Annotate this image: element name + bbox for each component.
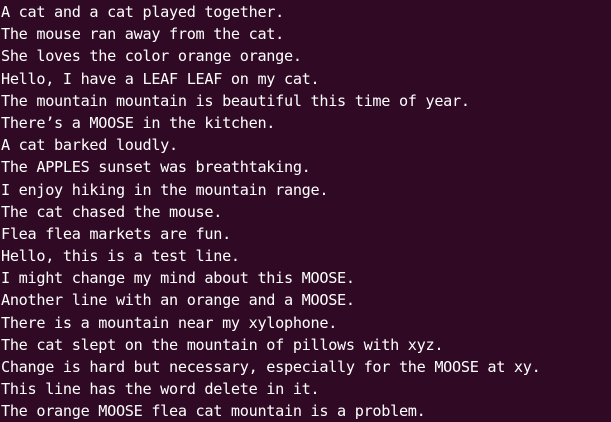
terminal-line: The orange MOOSE flea cat mountain is a … <box>1 402 426 421</box>
terminal-line: The mouse ran away from the cat. <box>1 25 284 44</box>
terminal-line: She loves the color orange orange. <box>1 47 302 66</box>
terminal-line: There’s a MOOSE in the kitchen. <box>1 113 276 132</box>
terminal-line: This line has the word delete in it. <box>1 380 320 399</box>
terminal-line: The APPLES sunset was breathtaking. <box>1 158 311 177</box>
terminal-line: Another line with an orange and a MOOSE. <box>1 291 355 310</box>
terminal-line: The cat chased the mouse. <box>1 202 223 221</box>
terminal-line: Hello, I have a LEAF LEAF on my cat. <box>1 69 320 88</box>
terminal-line: Change is hard but necessary, especially… <box>1 358 541 376</box>
terminal-line: I might change my mind about this MOOSE. <box>1 269 355 288</box>
terminal-line: There is a mountain near my xylophone. <box>1 313 338 332</box>
terminal-line: A cat and a cat played together. <box>1 3 284 21</box>
terminal-line: The mountain mountain is beautiful this … <box>1 91 470 110</box>
terminal-output[interactable]: A cat and a cat played together. The mou… <box>0 0 611 422</box>
terminal-line: The cat slept on the mountain of pillows… <box>1 335 444 354</box>
terminal-line: Flea flea markets are fun. <box>1 224 231 243</box>
terminal-line: I enjoy hiking in the mountain range. <box>1 180 329 199</box>
terminal-line: Hello, this is a test line. <box>1 247 240 266</box>
terminal-line: A cat barked loudly. <box>1 136 178 155</box>
